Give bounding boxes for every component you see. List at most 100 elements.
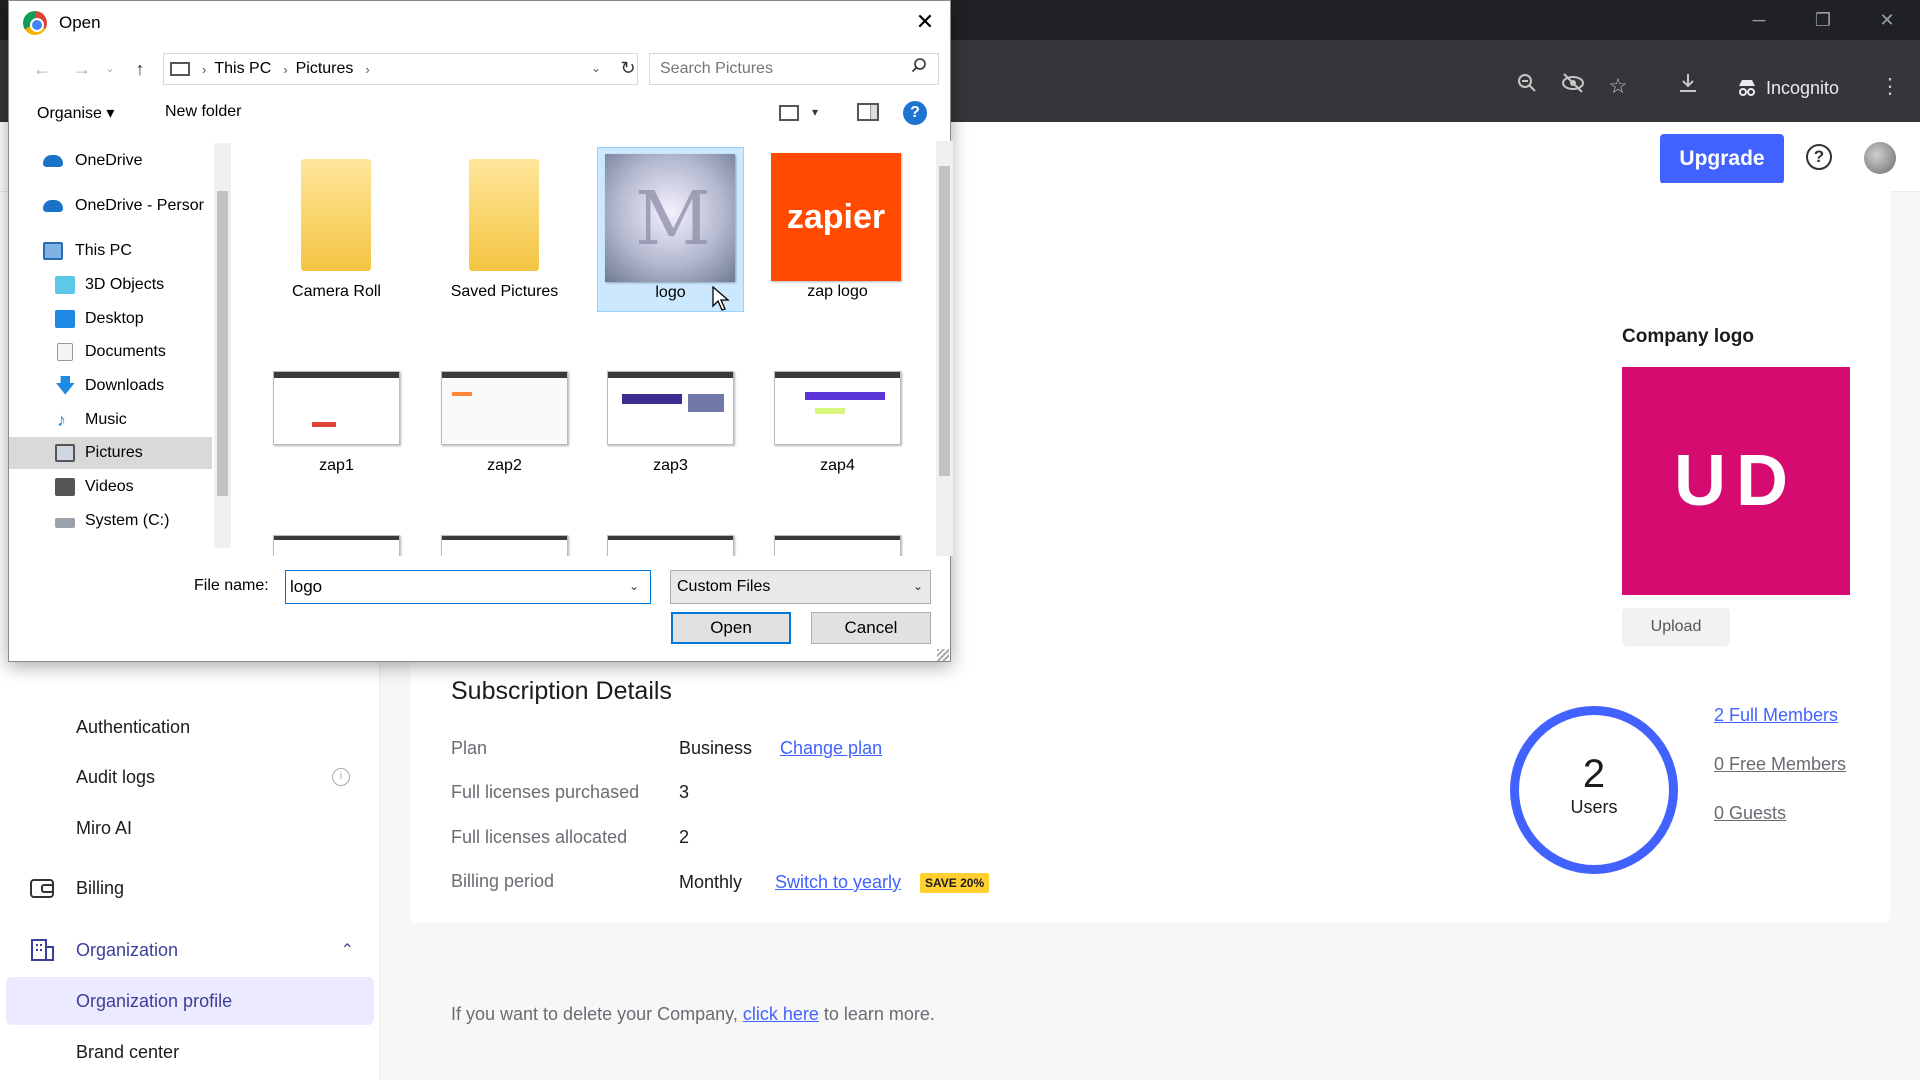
nav-item-downloads[interactable]: 🡇 Downloads [9,370,212,402]
sidebar-item-audit-logs[interactable]: Audit logs i [6,753,374,801]
sidebar-item-brand-center[interactable]: Brand center [6,1028,374,1076]
search-icon[interactable] [911,57,927,78]
file-item-zap1[interactable]: zap1 [263,361,410,526]
back-icon[interactable]: ← [29,56,55,82]
screenshot-thumbnail-partial[interactable] [273,535,400,556]
thumb-detail [452,392,472,396]
preview-pane-icon[interactable] [857,103,879,121]
incognito-label: Incognito [1766,77,1840,98]
download-arrow-icon: 🡇 [55,375,76,397]
organise-menu[interactable]: Organise ▾ [37,103,114,123]
sidebar-item-billing[interactable]: Billing [6,864,374,912]
nav-scrollbar-thumb[interactable] [217,191,228,496]
nav-item-onedrive-personal[interactable]: OneDrive - Persor [9,190,212,222]
sidebar-item-organization-profile[interactable]: Organization profile [6,977,374,1025]
nav-item-onedrive[interactable]: OneDrive [9,145,212,177]
upgrade-button[interactable]: Upgrade [1660,134,1784,184]
file-type-select[interactable]: Custom Files [670,570,931,604]
recent-locations-icon[interactable]: ⌄ [97,56,123,82]
file-name-input[interactable] [285,570,651,604]
sidebar-item-label: Brand center [76,1041,180,1062]
file-item-zap2[interactable]: zap2 [431,361,578,526]
guests-link[interactable]: 0 Guests [1714,803,1786,824]
dialog-title: Open [59,13,101,32]
file-name-dropdown-icon[interactable]: ⌄ [629,579,639,593]
window-close-icon[interactable]: ✕ [1872,8,1902,32]
chevron-down-icon[interactable]: ▾ [812,105,818,119]
refresh-icon[interactable]: ↻ [615,55,641,81]
breadcrumb-this-pc[interactable]: This PC [214,60,271,78]
file-item-zap-logo[interactable]: zapier zap logo [764,147,911,312]
view-options-icon[interactable] [779,105,799,121]
search-input[interactable] [649,53,939,85]
file-scrollbar-thumb[interactable] [939,166,950,476]
breadcrumb-pictures[interactable]: Pictures [296,60,354,78]
licenses-purchased-value: 3 [679,782,690,802]
zoom-icon[interactable] [1512,72,1542,102]
minimize-icon[interactable]: ─ [1744,8,1774,32]
screenshot-thumbnail-partial[interactable] [607,535,734,556]
incognito-indicator[interactable]: Incognito [1736,70,1839,106]
computer-icon [43,242,63,260]
file-item-zap3[interactable]: zap3 [597,361,744,526]
nav-item-label: Desktop [85,310,144,327]
more-icon[interactable]: ⋮ [1875,72,1905,102]
file-item-label: zap4 [820,457,855,474]
sidebar-item-miro-ai[interactable]: Miro AI [6,804,374,852]
nav-item-videos[interactable]: Videos [9,471,212,503]
switch-yearly-link[interactable]: Switch to yearly [775,872,901,893]
nav-item-documents[interactable]: Documents [9,336,212,368]
thumb-detail [688,394,724,412]
change-plan-link[interactable]: Change plan [780,738,882,759]
nav-item-this-pc[interactable]: This PC [9,235,212,267]
file-item-zap4[interactable]: zap4 [764,361,911,526]
file-item-saved-pictures[interactable]: Saved Pictures [431,149,578,314]
nav-item-3d-objects[interactable]: 3D Objects [9,269,212,301]
file-list: Camera Roll Saved Pictures M logo zapier… [239,141,934,556]
file-item-label: zap logo [807,283,868,300]
close-icon[interactable]: ✕ [910,7,940,37]
new-folder-button[interactable]: New folder [165,103,241,121]
cancel-button[interactable]: Cancel [811,612,931,644]
click-here-link[interactable]: click here [743,1004,819,1024]
nav-item-system-c[interactable]: System (C:) [9,505,212,537]
dialog-help-icon[interactable]: ? [903,101,927,125]
full-members-link[interactable]: 2 Full Members [1714,705,1838,726]
file-item-label: Camera Roll [292,283,381,300]
nav-item-pictures[interactable]: Pictures [9,437,212,469]
resize-grip[interactable] [937,649,949,661]
address-bar[interactable]: › This PC › Pictures › [163,53,638,85]
sidebar-item-label: Billing [76,877,125,898]
screenshot-thumbnail-partial[interactable] [441,535,568,556]
breadcrumb-separator: › [365,61,370,77]
sidebar-item-authentication[interactable]: Authentication [6,703,374,751]
monogram-glyph: M [635,176,711,262]
folder-icon [469,159,539,271]
nav-item-music[interactable]: ♪ Music [9,404,212,436]
nav-item-desktop[interactable]: Desktop [9,303,212,335]
eye-off-icon[interactable] [1558,72,1588,102]
info-icon[interactable]: i [332,768,350,786]
upload-button[interactable]: Upload [1622,608,1730,646]
screenshot-thumbnail [607,371,734,445]
download-icon[interactable] [1673,72,1703,102]
chevron-up-icon[interactable]: ⌃ [341,940,354,960]
nav-item-label: This PC [75,242,132,259]
help-icon[interactable]: ? [1806,144,1832,170]
file-type-dropdown-icon[interactable]: ⌄ [913,579,923,593]
address-dropdown-icon[interactable]: ⌄ [591,61,601,75]
cube-icon [55,276,75,294]
screenshot-thumbnail-partial[interactable] [774,535,901,556]
avatar[interactable] [1864,142,1896,174]
file-name-label: File name: [194,577,269,594]
free-members-link[interactable]: 0 Free Members [1714,754,1846,775]
document-icon [57,343,73,361]
open-button[interactable]: Open [671,612,791,644]
sidebar-item-organization[interactable]: Organization ⌃ [6,926,374,974]
restore-icon[interactable]: ❐ [1808,8,1838,32]
file-item-camera-roll[interactable]: Camera Roll [263,149,410,314]
film-icon [55,478,75,496]
forward-icon[interactable]: → [69,56,95,82]
up-icon[interactable]: ↑ [127,56,153,82]
star-icon[interactable]: ☆ [1603,72,1633,102]
